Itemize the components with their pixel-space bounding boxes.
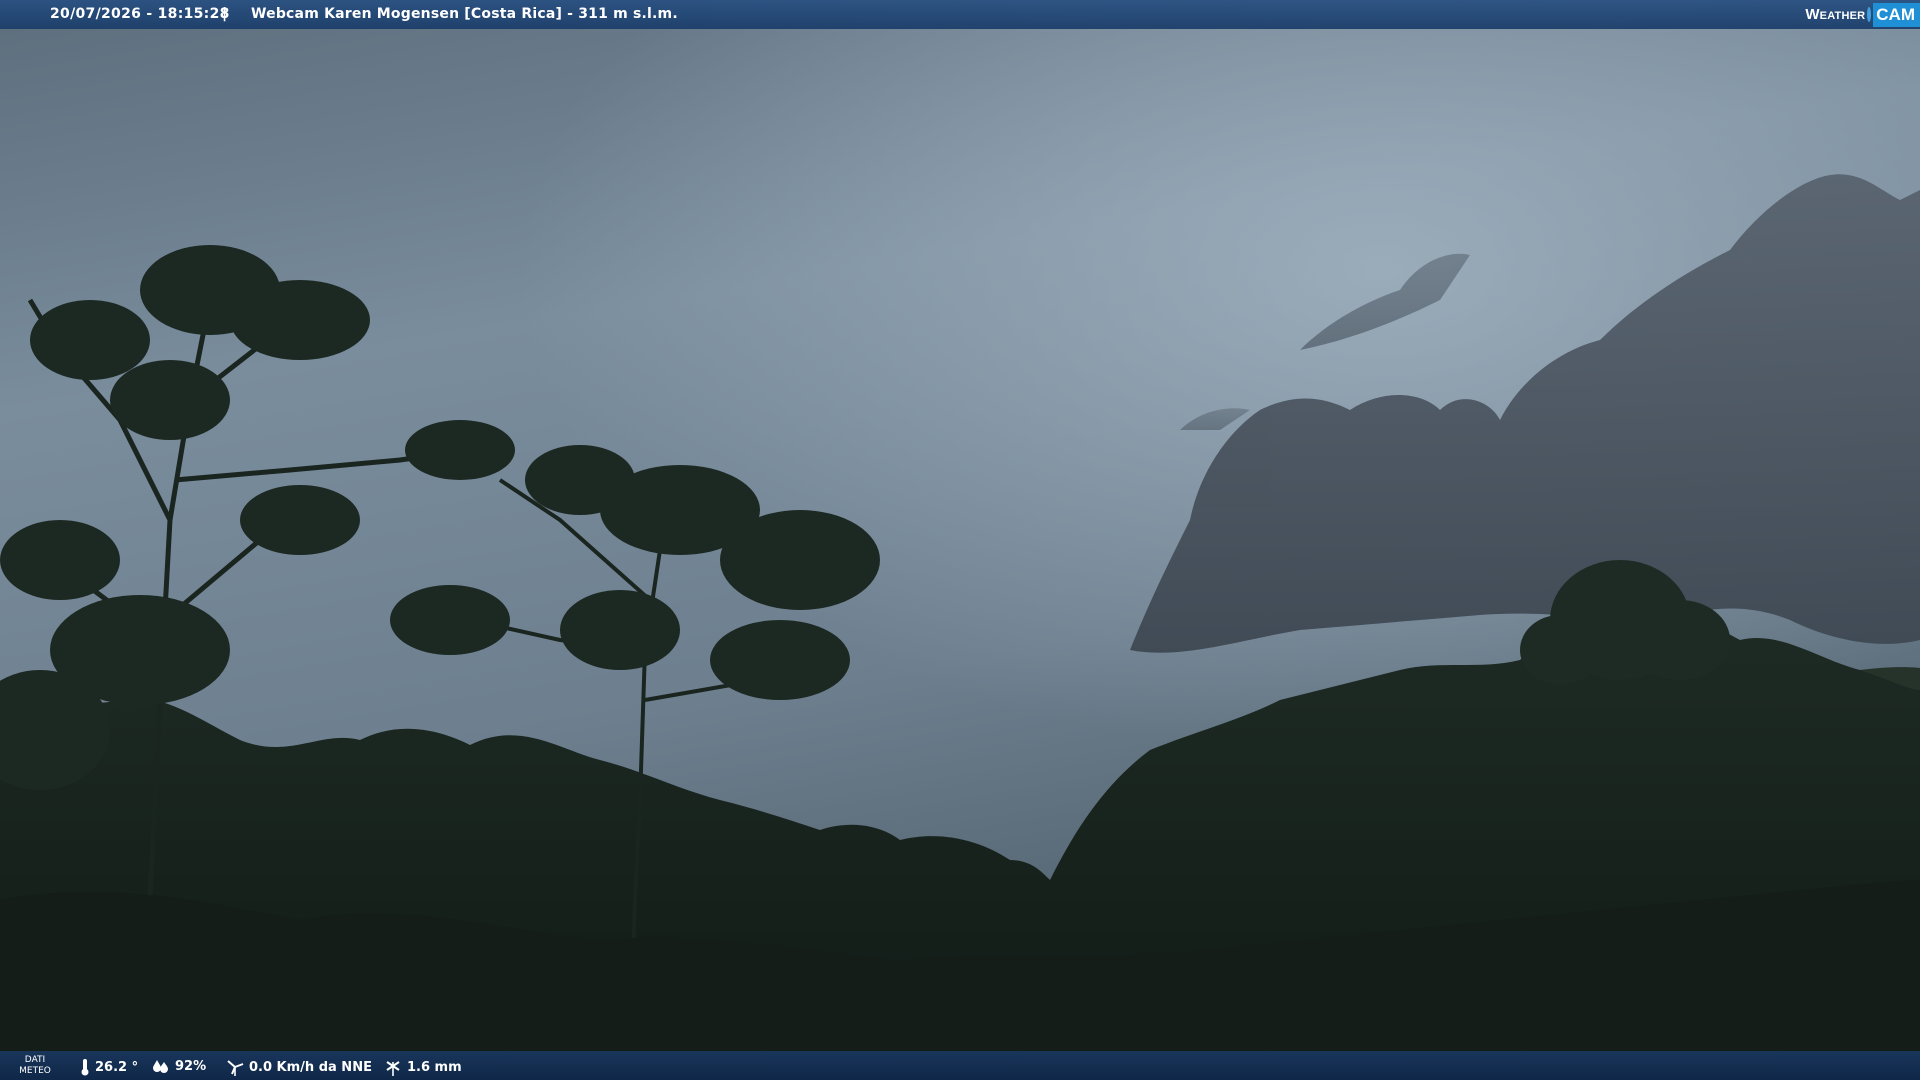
- rain-gauge-icon: [386, 1061, 400, 1076]
- timestamp: 20/07/2026 - 18:15:28: [50, 6, 230, 22]
- webcam-image: [0, 0, 1920, 1080]
- rain-value: 1.6 mm: [407, 1059, 462, 1075]
- humidity-drops-icon: [153, 1060, 168, 1073]
- weather-data-bar: DATI METEO 26.2 ° 92% 0.0 Km/h da NNE 1.…: [0, 1051, 1920, 1080]
- info-header: 20/07/2026 - 18:15:28 | Webcam Karen Mog…: [0, 0, 1920, 29]
- logo-dot-icon: [1867, 7, 1872, 22]
- brand-weather: Weather: [1805, 6, 1866, 23]
- brand-cam: CAM: [1873, 2, 1920, 27]
- wind-turbine-icon: [227, 1060, 244, 1076]
- weathercam-logo: Weather CAM: [1805, 0, 1920, 29]
- temperature-value: 26.2 °: [95, 1059, 139, 1075]
- dati-meteo-label: DATI METEO: [19, 1055, 51, 1076]
- temperature-reading: 26.2 °: [80, 1058, 138, 1076]
- humidity-reading: 92%: [152, 1058, 206, 1074]
- humidity-value: 92%: [175, 1058, 207, 1074]
- thermometer-icon: [81, 1059, 89, 1076]
- wind-reading: 0.0 Km/h da NNE: [226, 1058, 372, 1076]
- webcam-location: Webcam Karen Mogensen [Costa Rica] - 311…: [251, 6, 678, 22]
- rain-reading: 1.6 mm: [384, 1058, 462, 1076]
- header-separator: |: [222, 6, 228, 22]
- wind-value: 0.0 Km/h da NNE: [249, 1059, 372, 1075]
